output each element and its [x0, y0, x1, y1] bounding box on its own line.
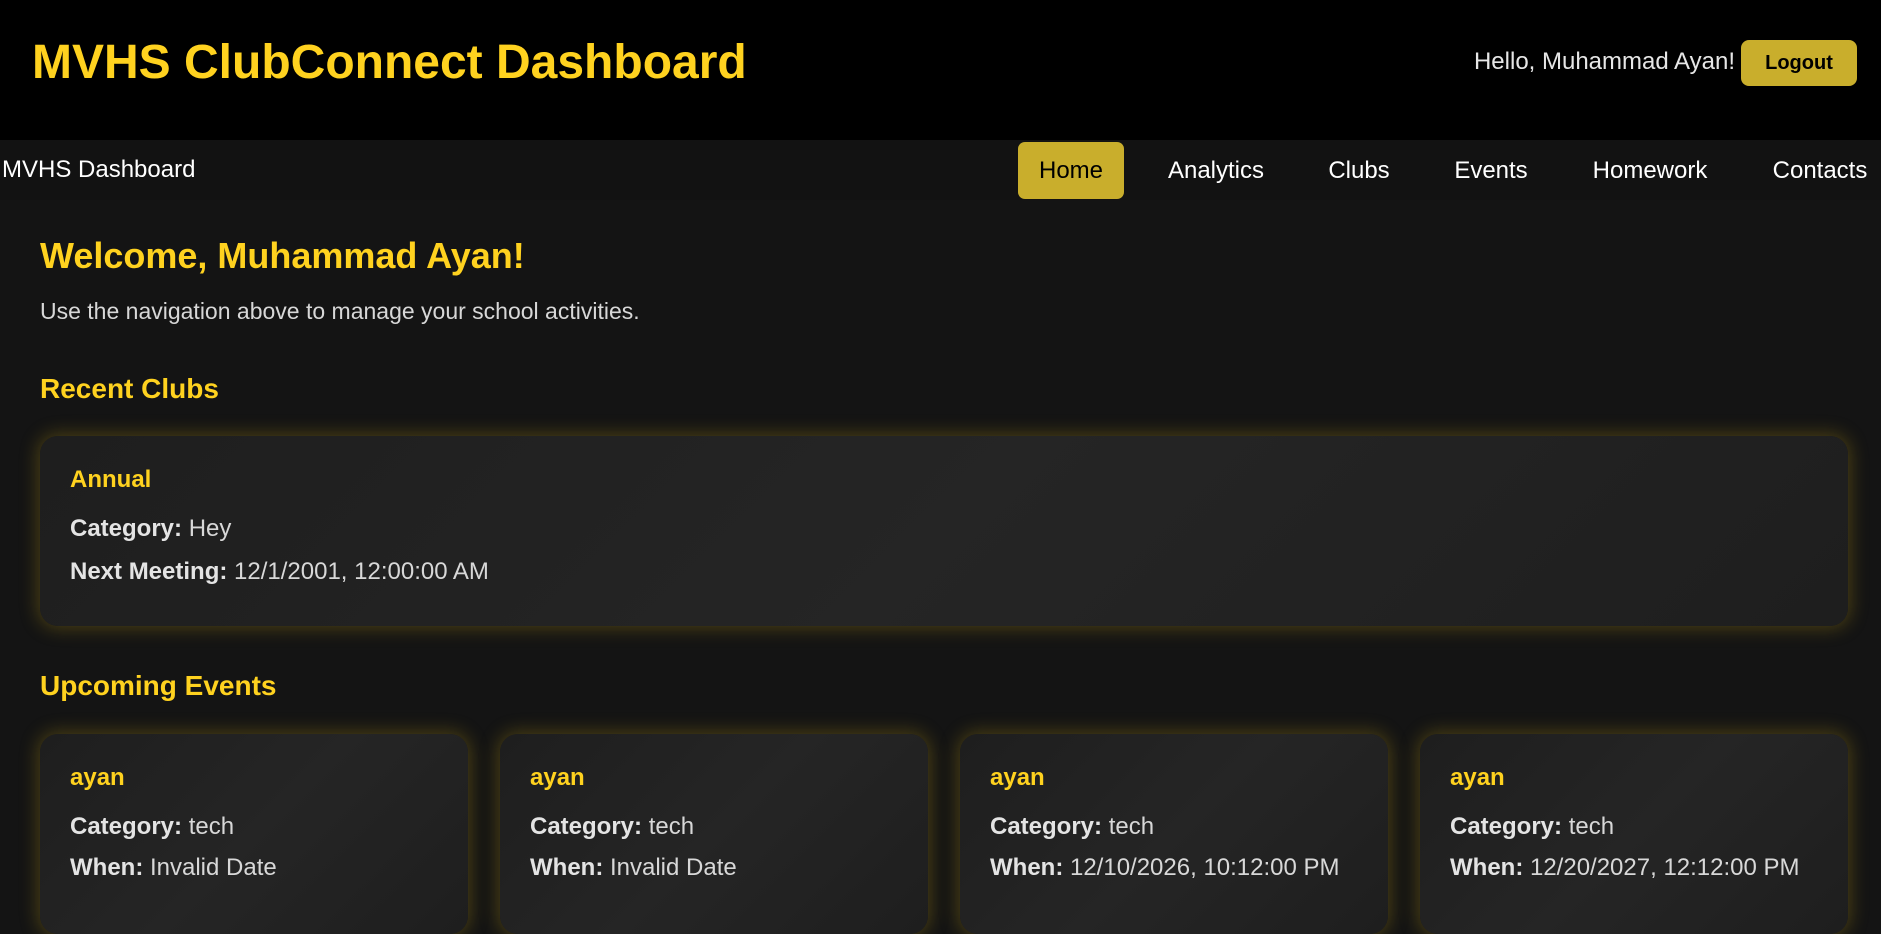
event-name: ayan [1450, 764, 1505, 791]
recent-clubs-heading: Recent Clubs [40, 373, 219, 404]
when-value: 12/20/2027, 12:12:00 PM [1529, 854, 1800, 881]
event-card[interactable]: ayan Category: tech When: Invalid Date [40, 734, 468, 934]
when-label: When: [70, 854, 144, 881]
category-label: Category: [70, 813, 183, 840]
club-name: Annual [70, 466, 152, 493]
event-category: Category: tech [70, 813, 234, 841]
nav-brand[interactable]: MVHS Dashboard [2, 156, 195, 184]
main-content: Welcome, Muhammad Ayan! Use the navigati… [0, 200, 1881, 934]
upcoming-events-heading: Upcoming Events [40, 670, 277, 701]
when-value: Invalid Date [149, 854, 277, 881]
event-when: When: Invalid Date [530, 854, 737, 882]
when-value: 12/10/2026, 10:12:00 PM [1069, 854, 1340, 881]
category-value: Hey [188, 515, 232, 542]
event-when: When: 12/10/2026, 10:12:00 PM [990, 854, 1340, 882]
club-card[interactable]: Annual Category: Hey Next Meeting: 12/1/… [40, 436, 1848, 626]
when-label: When: [530, 854, 604, 881]
event-card[interactable]: ayan Category: tech When: 12/20/2027, 12… [1420, 734, 1848, 934]
category-label: Category: [1450, 813, 1563, 840]
when-label: When: [990, 854, 1064, 881]
event-card[interactable]: ayan Category: tech When: 12/10/2026, 10… [960, 734, 1388, 934]
category-value: tech [1108, 813, 1155, 840]
nav-item-events[interactable]: Events [1444, 142, 1538, 199]
event-name: ayan [990, 764, 1045, 791]
category-label: Category: [70, 515, 183, 542]
club-category: Category: Hey [70, 515, 231, 543]
logout-button[interactable]: Logout [1741, 40, 1857, 86]
when-label: When: [1450, 854, 1524, 881]
category-value: tech [1568, 813, 1615, 840]
nav-item-home[interactable]: Home [1018, 142, 1124, 199]
category-value: tech [648, 813, 695, 840]
next-meeting-label: Next Meeting: [70, 558, 228, 585]
category-label: Category: [990, 813, 1103, 840]
event-when: When: Invalid Date [70, 854, 277, 882]
club-next-meeting: Next Meeting: 12/1/2001, 12:00:00 AM [70, 558, 489, 586]
when-value: Invalid Date [609, 854, 737, 881]
event-name: ayan [70, 764, 125, 791]
nav-bar: MVHS Dashboard Home Analytics Clubs Even… [0, 140, 1881, 200]
event-when: When: 12/20/2027, 12:12:00 PM [1450, 854, 1800, 882]
app-header: MVHS ClubConnect Dashboard Hello, Muhamm… [0, 0, 1881, 140]
event-card[interactable]: ayan Category: tech When: Invalid Date [500, 734, 928, 934]
intro-text: Use the navigation above to manage your … [40, 298, 640, 324]
nav-item-clubs[interactable]: Clubs [1314, 142, 1404, 199]
category-label: Category: [530, 813, 643, 840]
event-name: ayan [530, 764, 585, 791]
nav-item-contacts[interactable]: Contacts [1762, 142, 1878, 199]
welcome-title: Welcome, Muhammad Ayan! [40, 235, 525, 276]
event-category: Category: tech [990, 813, 1154, 841]
app-title: MVHS ClubConnect Dashboard [32, 36, 747, 89]
event-category: Category: tech [1450, 813, 1614, 841]
next-meeting-value: 12/1/2001, 12:00:00 AM [234, 558, 489, 585]
nav-item-analytics[interactable]: Analytics [1150, 142, 1282, 199]
event-category: Category: tech [530, 813, 694, 841]
nav-item-homework[interactable]: Homework [1578, 142, 1722, 199]
user-greeting: Hello, Muhammad Ayan! [1473, 48, 1735, 75]
category-value: tech [188, 813, 235, 840]
